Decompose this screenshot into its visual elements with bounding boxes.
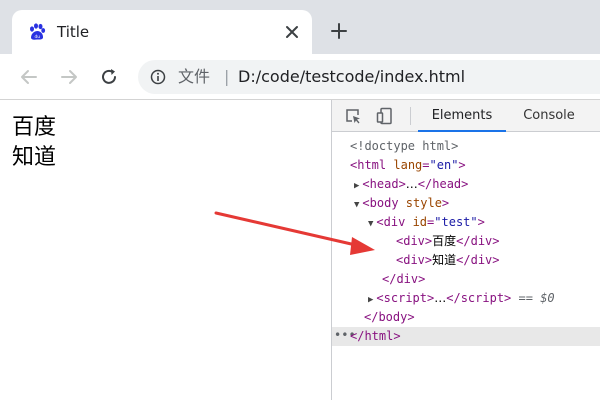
url-separator: | <box>224 67 230 86</box>
html-tag-name: html <box>357 158 387 172</box>
collapse-triangle-icon[interactable]: ▼ <box>354 200 359 210</box>
new-tab-icon[interactable] <box>330 22 348 40</box>
div-tag-name: div <box>383 215 406 229</box>
url-text[interactable]: D:/code/testcode/index.html <box>238 67 465 87</box>
site-info-label: 文件 <box>178 67 211 86</box>
page-viewport: 百度 知道 <box>0 100 331 400</box>
dom-node-div-test[interactable]: ▼ <div id="test"> <box>368 213 485 232</box>
dom-node-doctype[interactable]: <!doctype html> <box>350 137 458 156</box>
dom-node-html[interactable]: <html lang="en"> <box>350 156 466 175</box>
browser-toolbar: 文件 | D:/code/testcode/index.html <box>0 54 600 100</box>
device-toggle-icon[interactable] <box>376 107 394 125</box>
html-attr-value: "en" <box>429 158 459 172</box>
html-attr-name: lang <box>393 158 423 172</box>
toolbar-divider <box>410 107 411 125</box>
page-text-line: 百度 <box>12 115 57 140</box>
devtools-panel: Elements Console ••• <!doctype html> <ht… <box>331 100 600 400</box>
dom-node-html-close[interactable]: </html> <box>350 327 401 346</box>
selected-node-marker: == $0 <box>518 291 555 305</box>
address-bar[interactable]: 文件 | D:/code/testcode/index.html <box>138 60 600 94</box>
collapse-triangle-icon[interactable]: ▼ <box>368 219 373 229</box>
dom-node-div-child[interactable]: <div>知道</div> <box>396 251 500 270</box>
close-icon[interactable] <box>284 24 300 40</box>
expand-triangle-icon[interactable]: ▶ <box>354 181 359 191</box>
forward-arrow-icon[interactable] <box>58 66 80 88</box>
dom-node-script[interactable]: ▶ <script>…</script> == $0 <box>368 289 555 308</box>
expand-triangle-icon[interactable]: ▶ <box>368 295 373 305</box>
dom-node-div-close[interactable]: </div> <box>382 270 425 289</box>
script-ellipsis: … <box>434 291 447 305</box>
tab-console[interactable]: Console <box>514 100 584 132</box>
baidu-paw-icon: du <box>30 23 46 40</box>
page-text-line: 知道 <box>12 145 57 170</box>
tab-elements[interactable]: Elements <box>418 100 506 132</box>
inspect-element-icon[interactable] <box>344 107 362 125</box>
info-icon[interactable] <box>150 69 166 85</box>
devtools-toolbar: Elements Console <box>332 100 600 132</box>
svg-text:du: du <box>34 34 40 40</box>
dom-node-head[interactable]: ▶ <head>…</head> <box>354 175 468 194</box>
script-tag-name: script <box>383 291 428 305</box>
browser-tab[interactable]: du Title <box>12 10 312 54</box>
body-tag-name: body <box>369 196 399 210</box>
child-text: 百度 <box>432 234 457 248</box>
tab-strip: du Title <box>0 0 600 54</box>
back-arrow-icon[interactable] <box>18 66 40 88</box>
div-attr-name: id <box>412 215 428 229</box>
doctype-text: <!doctype html> <box>350 139 459 153</box>
dom-node-body[interactable]: ▼ <body style> <box>354 194 449 213</box>
body-attr-name: style <box>405 196 442 210</box>
child-text: 知道 <box>432 253 457 267</box>
tab-title: Title <box>57 23 90 41</box>
div-attr-value: "test" <box>434 215 478 229</box>
dom-node-body-close[interactable]: </body> <box>364 308 415 327</box>
head-ellipsis: … <box>405 177 418 191</box>
dom-node-div-child[interactable]: <div>百度</div> <box>396 232 500 251</box>
head-tag-name: head <box>369 177 399 191</box>
reload-icon[interactable] <box>98 66 120 88</box>
